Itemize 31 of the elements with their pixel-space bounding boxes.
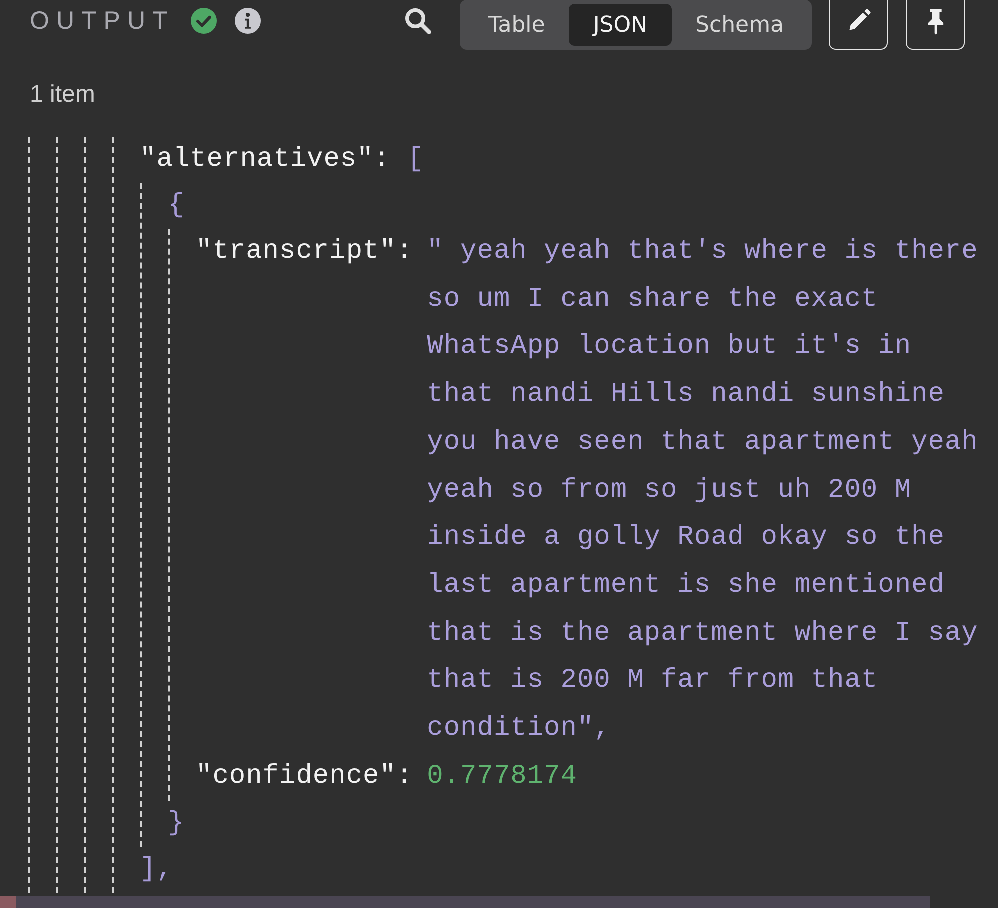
close-bracket: ], — [140, 855, 174, 886]
json-string-line: that is the apartment where I say — [427, 618, 978, 651]
json-string-line: that is 200 M far from that — [427, 665, 880, 698]
search-icon — [403, 6, 434, 36]
json-string-line: you have seen that apartment yeah — [427, 426, 978, 460]
view-tab[interactable]: Schema — [672, 4, 808, 46]
info-icon — [234, 8, 261, 34]
scrollbar[interactable] — [0, 896, 930, 908]
json-key: "transcript": — [196, 229, 414, 754]
edit-button[interactable] — [829, 0, 888, 50]
json-key: "alternatives": — [140, 145, 391, 175]
json-string-line: inside a golly Road okay so the — [427, 522, 946, 556]
open-bracket: { — [168, 191, 185, 221]
json-string-line: " yeah yeah that's where is there — [427, 236, 978, 269]
search-button[interactable] — [403, 6, 434, 36]
json-string-line: so um I can share the exact — [427, 284, 880, 317]
json-string-line: WhatsApp location but it's in — [427, 331, 913, 364]
json-string-line: yeah so from so just uh 200 M — [427, 474, 913, 508]
panel-title: OUTPUT — [30, 6, 175, 36]
json-string-line: last apartment is she mentioned — [427, 570, 946, 603]
json-key: "confidence": — [196, 754, 414, 802]
json-string-line: that nandi Hills nandi sunshine — [427, 379, 946, 412]
view-tab[interactable]: Table — [464, 4, 570, 46]
json-number: 0.7778174 — [427, 760, 578, 794]
open-bracket: [ — [408, 145, 424, 175]
item-count: 1 item — [29, 80, 96, 110]
pin-button[interactable] — [906, 0, 965, 50]
check-icon — [190, 8, 217, 34]
view-tab[interactable]: JSON — [569, 4, 672, 46]
json-string-line: condition", — [427, 713, 612, 746]
close-bracket: } — [168, 809, 185, 840]
